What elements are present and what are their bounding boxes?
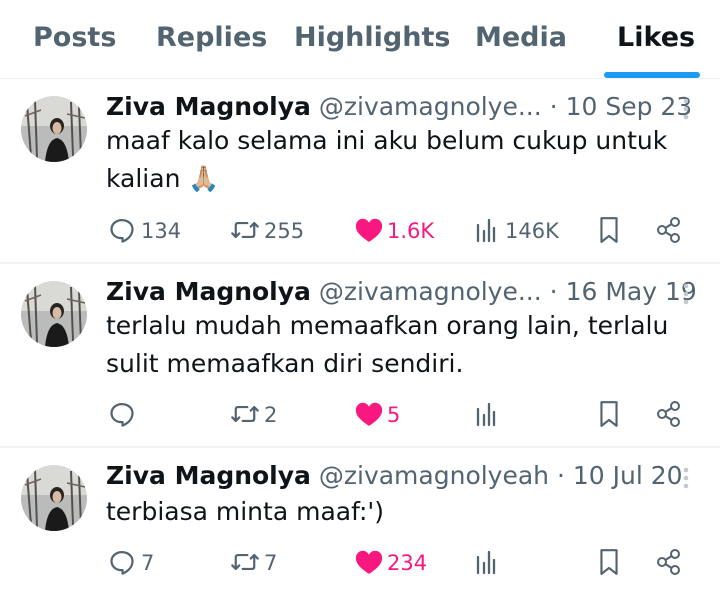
author-handle[interactable]: @zivamagnolye... (319, 92, 542, 121)
repost-count: 2 (264, 403, 278, 427)
reply-count: 7 (141, 551, 155, 575)
share-icon[interactable] (656, 400, 682, 428)
profile-tabs: Posts Replies Highlights Media Likes (0, 0, 720, 79)
tweet-text: maaf kalo selama ini aku belum cukup unt… (106, 122, 686, 198)
avatar[interactable] (21, 465, 87, 531)
separator-dot: · (549, 92, 558, 121)
tweet-text: terlalu mudah memaafkan orang lain, terl… (106, 307, 686, 383)
tweet-item[interactable]: Ziva Magnolya @zivamagnolyeah · 10 Jul 2… (0, 448, 720, 597)
like-count: 1.6K (387, 219, 435, 243)
tweet-text-line: sulit memaafkan diri sendiri. (106, 349, 464, 378)
tab-posts[interactable]: Posts (33, 22, 116, 53)
avatar[interactable] (21, 96, 87, 162)
tweet-text-line: terlalu mudah memaafkan orang lain, terl… (106, 311, 669, 340)
more-vertical-icon[interactable] (672, 279, 700, 309)
tweet-header: Ziva Magnolya @zivamagnolye... · 10 Sep … (106, 92, 692, 122)
tweet-text-line: maaf kalo selama ini aku belum cukup unt… (106, 126, 668, 155)
repost-icon[interactable] (230, 216, 260, 244)
reply-icon[interactable] (108, 216, 136, 244)
reply-icon[interactable] (108, 400, 136, 428)
reply-icon[interactable] (108, 548, 136, 576)
heart-icon[interactable] (354, 216, 384, 244)
tweet-item[interactable]: Ziva Magnolya @zivamagnolye... · 10 Sep … (0, 79, 720, 264)
bookmark-icon[interactable] (598, 216, 620, 244)
share-icon[interactable] (656, 216, 682, 244)
reply-count: 134 (141, 219, 182, 243)
author-name[interactable]: Ziva Magnolya (106, 92, 311, 121)
author-name[interactable]: Ziva Magnolya (106, 461, 311, 490)
author-handle[interactable]: @zivamagnolye... (319, 277, 542, 306)
tweet-text-line: terbiasa minta maaf:') (106, 497, 385, 526)
views-icon[interactable] (474, 401, 498, 427)
tweet-item[interactable]: Ziva Magnolya @zivamagnolye... · 16 May … (0, 264, 720, 448)
author-handle[interactable]: @zivamagnolyeah (319, 461, 549, 490)
like-count: 5 (387, 403, 401, 427)
tweet-date[interactable]: 10 Jul 20 (573, 461, 683, 490)
tweet-header: Ziva Magnolya @zivamagnolyeah · 10 Jul 2… (106, 461, 683, 491)
tab-likes[interactable]: Likes (617, 22, 695, 53)
tab-highlights[interactable]: Highlights (294, 22, 450, 53)
repost-count: 7 (264, 551, 278, 575)
repost-icon[interactable] (230, 548, 260, 576)
tab-media[interactable]: Media (475, 22, 567, 53)
views-icon[interactable] (474, 217, 498, 243)
like-count: 234 (387, 551, 428, 575)
tweet-text-line: kalian 🙏🏼 (106, 164, 220, 193)
bookmark-icon[interactable] (598, 400, 620, 428)
more-vertical-icon[interactable] (672, 94, 700, 124)
share-icon[interactable] (656, 548, 682, 576)
tweet-text: terbiasa minta maaf:') (106, 493, 686, 531)
heart-icon[interactable] (354, 548, 384, 576)
more-vertical-icon[interactable] (672, 463, 700, 493)
tab-replies[interactable]: Replies (156, 22, 267, 53)
bookmark-icon[interactable] (598, 548, 620, 576)
separator-dot: · (556, 461, 565, 490)
author-name[interactable]: Ziva Magnolya (106, 277, 311, 306)
heart-icon[interactable] (354, 400, 384, 428)
tweet-header: Ziva Magnolya @zivamagnolye... · 16 May … (106, 277, 697, 307)
avatar[interactable] (21, 281, 87, 347)
separator-dot: · (549, 277, 558, 306)
views-count: 146K (505, 219, 559, 243)
repost-icon[interactable] (230, 400, 260, 428)
views-icon[interactable] (474, 549, 498, 575)
repost-count: 255 (264, 219, 305, 243)
active-tab-indicator (604, 72, 700, 78)
